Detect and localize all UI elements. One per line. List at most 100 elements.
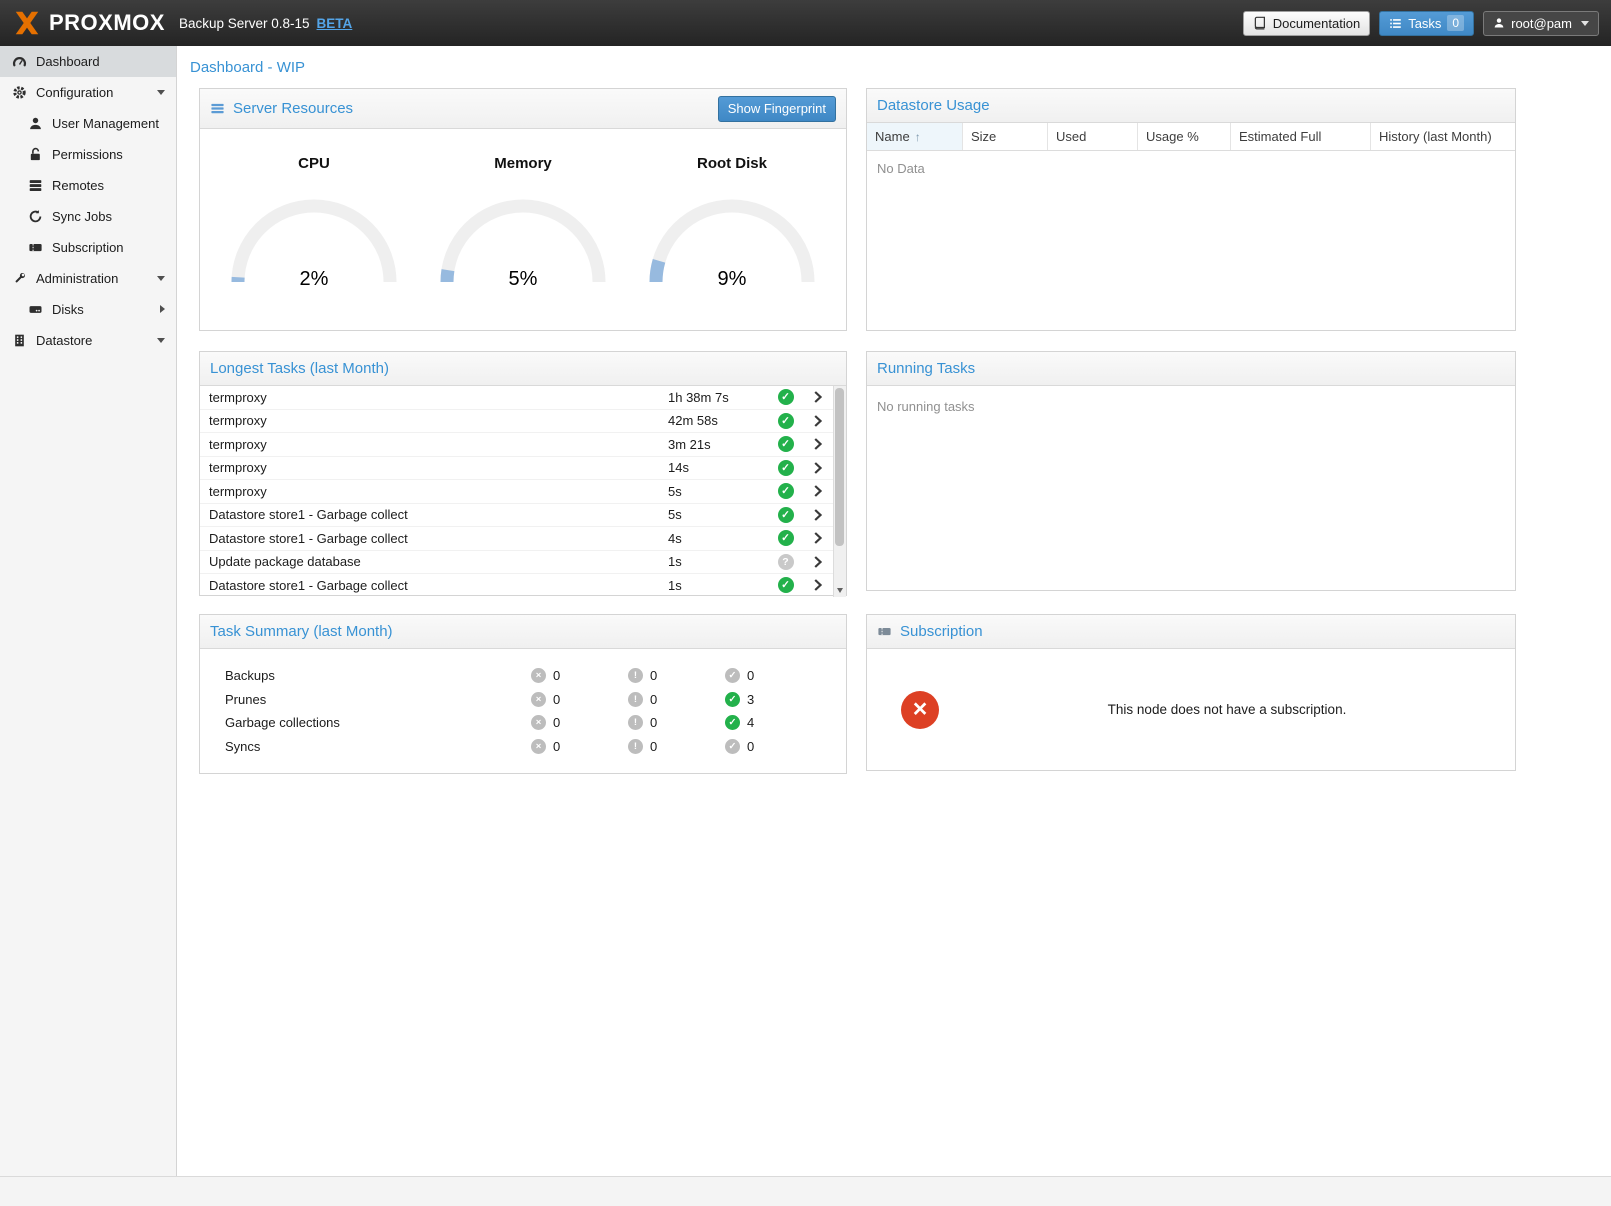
chevron-right-icon[interactable] — [802, 438, 833, 450]
user-label: root@pam — [1511, 16, 1572, 31]
chevron-right-icon[interactable] — [802, 579, 833, 591]
longest-tasks-header: Longest Tasks (last Month) — [200, 352, 846, 386]
product-version: Backup Server 0.8-15 — [179, 16, 310, 31]
question-status-icon: ? — [778, 554, 794, 570]
task-name: Datastore store1 - Garbage collect — [200, 531, 668, 546]
task-summary-body: Backups ×0 !0 ✓0 Prunes ×0 !0 ✓3 Garbage… — [200, 649, 846, 758]
show-fingerprint-button[interactable]: Show Fingerprint — [718, 96, 836, 122]
sidebar-nav: Dashboard Configuration User Management — [0, 46, 177, 1206]
task-list-icon — [1389, 17, 1402, 30]
sidebar-item-configuration[interactable]: Configuration — [0, 77, 176, 108]
root-disk-gauge: Root Disk 9% — [637, 155, 827, 288]
chevron-right-icon[interactable] — [802, 462, 833, 474]
chevron-right-icon[interactable] — [802, 556, 833, 568]
sidebar-item-administration[interactable]: Administration — [0, 263, 176, 294]
column-header-size[interactable]: Size — [963, 123, 1048, 150]
task-row[interactable]: termproxy 42m 58s ✓ — [200, 410, 833, 434]
chevron-right-icon[interactable] — [160, 305, 165, 313]
longest-tasks-list: termproxy 1h 38m 7s ✓ termproxy 42m 58s … — [200, 386, 846, 597]
chevron-right-icon[interactable] — [802, 485, 833, 497]
task-row[interactable]: Datastore store1 - Garbage collect 4s ✓ — [200, 527, 833, 551]
task-duration: 3m 21s — [668, 437, 769, 452]
sidebar-item-label: Dashboard — [36, 54, 100, 69]
ok-count: 0 — [747, 739, 754, 754]
task-duration: 1s — [668, 554, 769, 569]
warning-count: 0 — [650, 739, 657, 754]
chevron-right-icon[interactable] — [802, 415, 833, 427]
column-header-usage-pct[interactable]: Usage % — [1138, 123, 1231, 150]
column-header-name[interactable]: Name ↑ — [867, 123, 963, 150]
subscription-body: × This node does not have a subscription… — [867, 649, 1515, 770]
task-duration: 42m 58s — [668, 413, 769, 428]
chevron-down-icon[interactable] — [157, 276, 165, 281]
sidebar-item-user-management[interactable]: User Management — [0, 108, 176, 139]
tasks-button[interactable]: Tasks 0 — [1379, 11, 1474, 36]
vertical-scrollbar[interactable] — [833, 386, 846, 597]
gauge-title: Memory — [428, 155, 618, 172]
error-icon: × — [531, 739, 546, 754]
server-resources-header: Server Resources Show Fingerprint — [200, 89, 846, 129]
user-menu-button[interactable]: root@pam — [1483, 11, 1599, 36]
warning-icon: ! — [628, 668, 643, 683]
ok-icon: ✓ — [725, 715, 740, 730]
sidebar-item-datastore[interactable]: Datastore — [0, 325, 176, 356]
error-count: 0 — [553, 739, 560, 754]
task-duration: 5s — [668, 484, 769, 499]
sidebar-item-label: Subscription — [52, 240, 124, 255]
tasks-count-badge: 0 — [1447, 15, 1464, 31]
task-row[interactable]: termproxy 14s ✓ — [200, 457, 833, 481]
chevron-right-icon[interactable] — [802, 532, 833, 544]
sidebar-item-dashboard[interactable]: Dashboard — [0, 46, 176, 77]
warning-icon: ! — [628, 692, 643, 707]
sidebar-item-label: Sync Jobs — [52, 209, 112, 224]
bottom-bar — [0, 1176, 1611, 1206]
chevron-right-icon[interactable] — [802, 509, 833, 521]
memory-gauge: Memory 5% — [428, 155, 618, 288]
column-header-used[interactable]: Used — [1048, 123, 1138, 150]
scrollbar-thumb[interactable] — [835, 388, 844, 546]
task-row[interactable]: termproxy 3m 21s ✓ — [200, 433, 833, 457]
chevron-down-icon[interactable] — [157, 90, 165, 95]
column-header-estimated-full[interactable]: Estimated Full — [1231, 123, 1371, 150]
tasks-label: Tasks — [1408, 16, 1441, 31]
ok-status-icon: ✓ — [778, 507, 794, 523]
task-name: termproxy — [200, 413, 668, 428]
ok-count: 4 — [747, 715, 754, 730]
task-row[interactable]: termproxy 1h 38m 7s ✓ — [200, 386, 833, 410]
chevron-right-icon[interactable] — [802, 391, 833, 403]
sidebar-item-disks[interactable]: Disks — [0, 294, 176, 325]
task-row[interactable]: Datastore store1 - Garbage collect 5s ✓ — [200, 504, 833, 528]
subscription-panel: Subscription × This node does not have a… — [866, 614, 1516, 771]
ok-status-icon: ✓ — [778, 530, 794, 546]
error-count: 0 — [553, 692, 560, 707]
sidebar-item-permissions[interactable]: Permissions — [0, 139, 176, 170]
sidebar-item-remotes[interactable]: Remotes — [0, 170, 176, 201]
wrench-icon — [12, 271, 27, 286]
ok-status-icon: ✓ — [778, 460, 794, 476]
refresh-icon — [28, 209, 43, 224]
sidebar-item-subscription[interactable]: Subscription — [0, 232, 176, 263]
task-duration: 1s — [668, 578, 769, 593]
gear-icon — [12, 85, 27, 100]
ok-status-icon: ✓ — [778, 483, 794, 499]
tachometer-icon — [12, 54, 27, 69]
panel-title: Running Tasks — [877, 360, 975, 377]
error-count: 0 — [553, 668, 560, 683]
user-icon — [28, 116, 43, 131]
task-row[interactable]: Datastore store1 - Garbage collect 1s ✓ — [200, 574, 833, 597]
scroll-down-button[interactable] — [834, 583, 846, 597]
subscription-header: Subscription — [867, 615, 1515, 649]
ok-icon: ✓ — [725, 739, 740, 754]
building-icon — [12, 333, 27, 348]
documentation-button[interactable]: Documentation — [1243, 11, 1370, 36]
task-row[interactable]: Update package database 1s ? — [200, 551, 833, 575]
sidebar-item-sync-jobs[interactable]: Sync Jobs — [0, 201, 176, 232]
beta-link[interactable]: BETA — [317, 16, 353, 31]
datastore-table-header: Name ↑ Size Used Usage % Estimated Full … — [867, 123, 1515, 151]
chevron-down-icon[interactable] — [157, 338, 165, 343]
no-running-tasks-text: No running tasks — [867, 386, 1515, 424]
column-header-history[interactable]: History (last Month) — [1371, 123, 1515, 150]
task-row[interactable]: termproxy 5s ✓ — [200, 480, 833, 504]
task-name: Datastore store1 - Garbage collect — [200, 507, 668, 522]
longest-tasks-panel: Longest Tasks (last Month) termproxy 1h … — [199, 351, 847, 596]
